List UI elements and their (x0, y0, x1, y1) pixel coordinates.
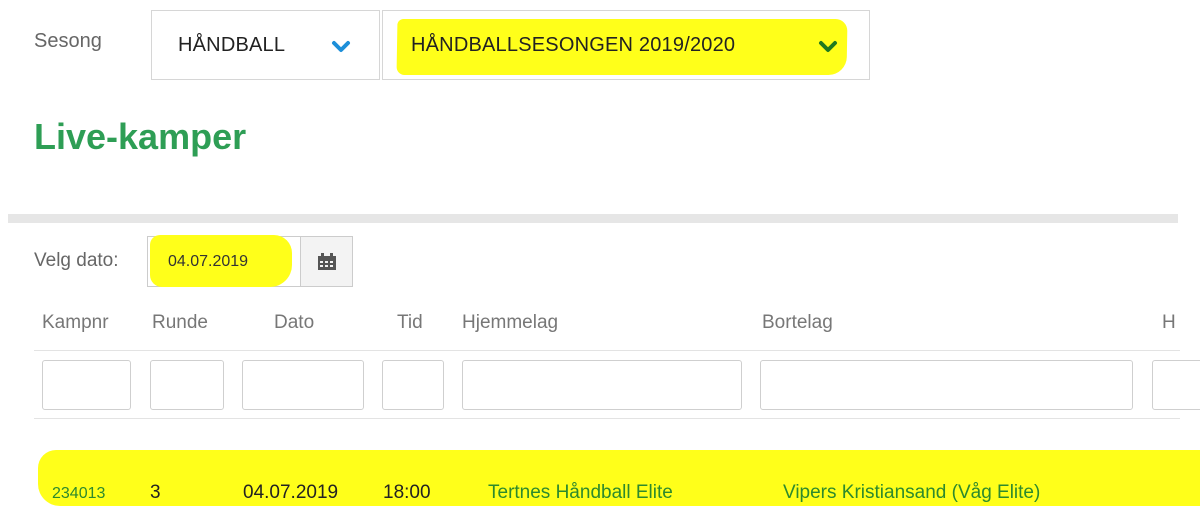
row-dato: 04.07.2019 (243, 482, 339, 503)
column-header-h[interactable]: H (1162, 312, 1176, 334)
filter-hjemmelag-input[interactable] (462, 360, 742, 410)
chevron-down-icon (819, 41, 837, 52)
column-header-dato[interactable]: Dato (274, 312, 314, 334)
filter-bortelag-input[interactable] (760, 360, 1133, 410)
row-bortelag-link[interactable]: Vipers Kristiansand (Våg Elite) (783, 482, 1040, 504)
calendar-button[interactable] (300, 236, 353, 287)
filter-runde-input[interactable] (150, 360, 224, 410)
row-tid: 18:00 (383, 482, 431, 503)
page-title: Live-kamper (34, 116, 247, 157)
section-divider (8, 214, 1178, 223)
date-label: Velg dato: (34, 250, 119, 271)
column-header-kampnr[interactable]: Kampnr (42, 312, 109, 334)
filter-kampnr-input[interactable] (42, 360, 131, 410)
filter-h-input[interactable] (1152, 360, 1200, 410)
column-header-runde[interactable]: Runde (152, 312, 208, 334)
calendar-icon (318, 253, 336, 270)
chevron-down-icon (332, 41, 350, 52)
column-header-hjemmelag[interactable]: Hjemmelag (462, 312, 558, 334)
filter-dato-input[interactable] (242, 360, 364, 410)
season-select-value: HÅNDBALLSESONGEN 2019/2020 (411, 33, 736, 56)
date-input[interactable]: 04.07.2019 (147, 235, 300, 287)
date-input-value: 04.07.2019 (168, 253, 249, 270)
filter-separator (34, 418, 1180, 419)
sport-select[interactable]: HÅNDBALL (151, 10, 380, 80)
sport-select-value: HÅNDBALL (178, 33, 286, 56)
row-hjemmelag-link[interactable]: Tertnes Håndball Elite (488, 482, 673, 504)
column-header-tid[interactable]: Tid (397, 312, 423, 334)
column-header-bortelag[interactable]: Bortelag (762, 312, 833, 334)
row-kampnr-link[interactable]: 234013 (52, 485, 105, 503)
header-separator (34, 350, 1180, 351)
filter-tid-input[interactable] (382, 360, 444, 410)
season-select[interactable]: HÅNDBALLSESONGEN 2019/2020 (382, 10, 870, 80)
season-label: Sesong (34, 30, 102, 52)
row-runde: 3 (150, 482, 161, 503)
